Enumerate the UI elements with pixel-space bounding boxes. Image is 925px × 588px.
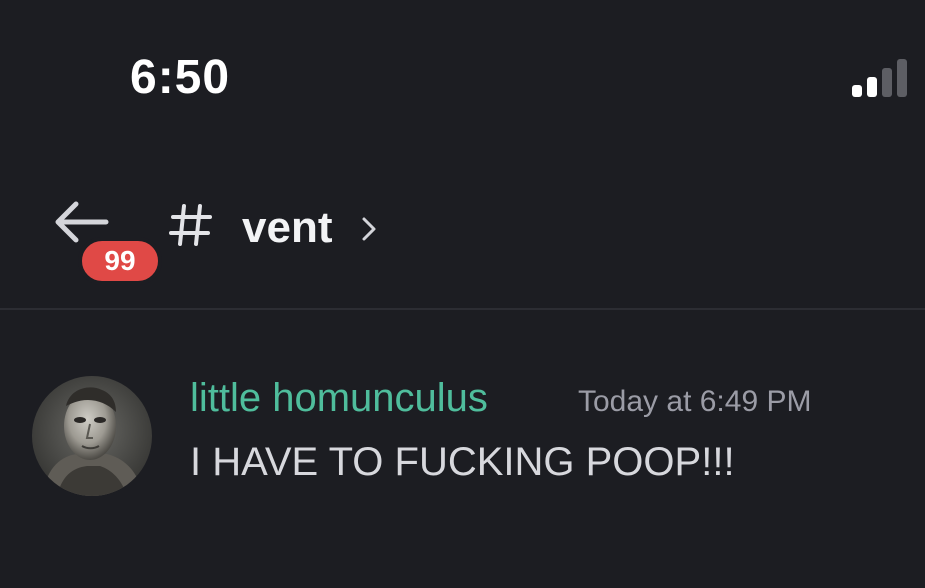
cellular-signal-icon — [852, 59, 907, 97]
channel-header: 99 vent — [0, 180, 925, 310]
avatar[interactable] — [32, 376, 152, 496]
message-item[interactable]: little homunculus Today at 6:49 PM I HAV… — [0, 370, 925, 500]
message-author[interactable]: little homunculus — [190, 374, 488, 422]
chevron-right-icon[interactable] — [360, 216, 378, 242]
status-time: 6:50 — [130, 51, 231, 104]
message-timestamp: Today at 6:49 PM — [578, 385, 812, 418]
avatar-image — [32, 376, 152, 496]
status-bar: 6:50 — [0, 0, 925, 140]
hash-icon — [169, 204, 212, 246]
message-text: I HAVE TO FUCKING POOP!!! — [190, 440, 735, 484]
unread-badge: 99 — [78, 237, 162, 285]
channel-name[interactable]: vent — [242, 202, 332, 254]
